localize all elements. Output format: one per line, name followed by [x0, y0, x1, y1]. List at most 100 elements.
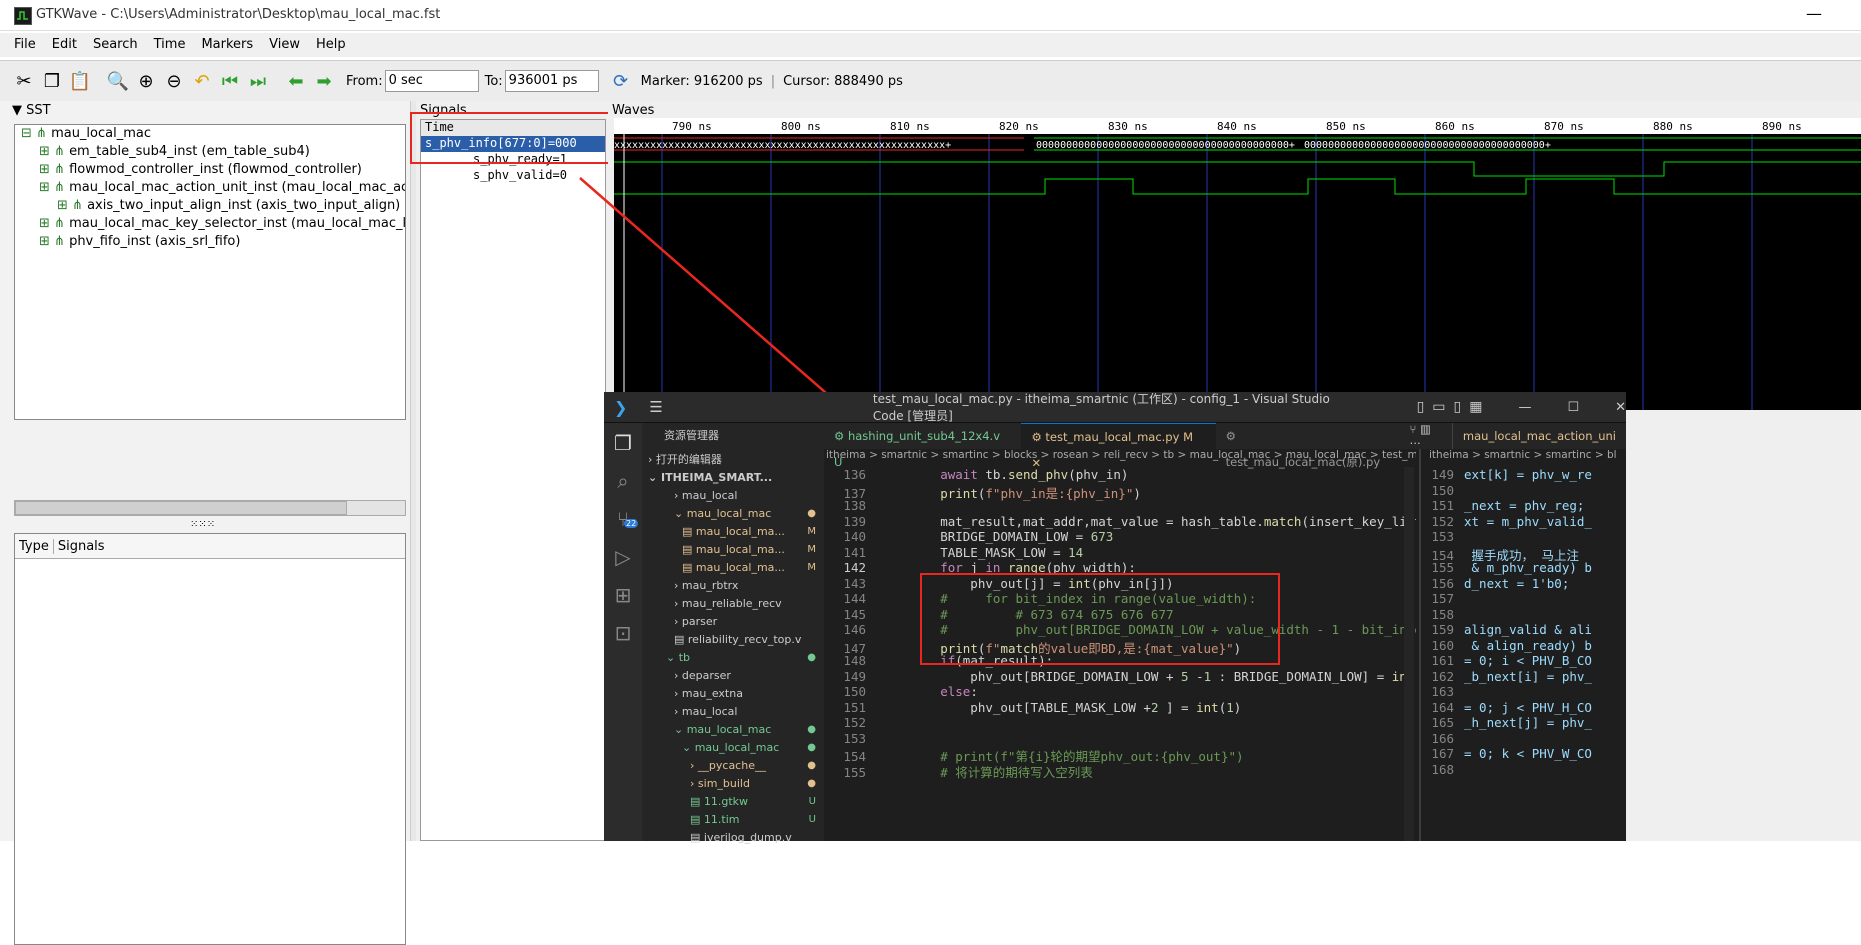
explorer-tree-item[interactable]: ▤ mau_local_ma... M	[642, 523, 824, 541]
explorer-tree-item[interactable]: › mau_reliable_recv	[642, 595, 824, 613]
tab-action-unit[interactable]: mau_local_mac_action_uni	[1451, 423, 1626, 449]
explorer-tree-item[interactable]: ⌄ tb ●	[642, 649, 824, 667]
zoom-end-icon[interactable]: ⏭	[246, 69, 270, 93]
explorer-tree-item[interactable]: ▤ reliability_recv_top.v	[642, 631, 824, 649]
copy-icon[interactable]: ❐	[40, 69, 64, 93]
explorer-tree-item[interactable]: ▤ mau_local_ma... M	[642, 541, 824, 559]
code-line-right: 149 ext[k] = phv_w_re	[1424, 467, 1624, 483]
explorer-tree-item[interactable]: › mau_local	[642, 703, 824, 721]
time-tick-label: 840 ns	[1217, 120, 1257, 133]
window-max-icon[interactable]: ☐	[1567, 400, 1579, 415]
editor-divider[interactable]	[1419, 449, 1421, 841]
find-prev-edge-icon[interactable]: ⬅	[284, 69, 308, 93]
reload-icon[interactable]: ⟳	[609, 69, 633, 93]
sst-tree-node[interactable]: ⊞ ⋔ phv_fifo_inst (axis_srl_fifo)	[15, 233, 405, 251]
explorer-tree-item[interactable]: › sim_build ●	[642, 775, 824, 793]
menu-markers[interactable]: Markers	[193, 33, 261, 57]
menu-file[interactable]: File	[6, 33, 44, 57]
paste-icon[interactable]: 📋	[68, 69, 92, 93]
sst-header[interactable]: ▼ SST	[12, 103, 51, 118]
explorer-tree-item[interactable]: ▤ 11.tim U	[642, 811, 824, 829]
line-number: 141	[843, 544, 866, 560]
sst-hscrollbar[interactable]	[14, 500, 406, 516]
explorer-tree-item[interactable]: ▤ mau_local_ma... M	[642, 559, 824, 577]
explorer-tree-item[interactable]: ▤ iverilog_dump.v	[642, 829, 824, 847]
minimap[interactable]	[1404, 467, 1414, 841]
file-icon: ▤	[690, 795, 704, 808]
code-line: 150 else:	[826, 684, 1416, 700]
zoom-in-icon[interactable]: ⊕	[134, 69, 158, 93]
extensions-icon[interactable]: ⊞	[604, 583, 642, 607]
app-icon	[14, 7, 32, 25]
explorer-item-label: mau_reliable_recv	[681, 597, 782, 610]
tab-hashing-unit[interactable]: ⚙ hashing_unit_sub4_12x4.v U	[824, 423, 1021, 469]
sst-tree-node[interactable]: ⊟ ⋔ mau_local_mac	[15, 125, 405, 143]
file-icon: ▤	[674, 633, 688, 646]
find-next-edge-icon[interactable]: ➡	[312, 69, 336, 93]
code-line-right: 157	[1424, 591, 1624, 607]
sst-tree-node[interactable]: ⊞ ⋔ mau_local_mac_action_unit_inst (mau_…	[15, 179, 405, 197]
sst-tree-node[interactable]: ⊞ ⋔ axis_two_input_align_inst (axis_two_…	[15, 197, 405, 215]
sst-tree-node[interactable]: ⊞ ⋔ flowmod_controller_inst (flowmod_con…	[15, 161, 405, 179]
line-number: 160	[1431, 637, 1454, 653]
sst-node-label: mau_local_mac	[51, 126, 151, 141]
menu-time[interactable]: Time	[146, 33, 194, 57]
minimize-button[interactable]: —	[1806, 4, 1822, 23]
search-icon[interactable]: ⌕	[604, 469, 642, 493]
explorer-tree-item[interactable]: ⌄ mau_local_mac ●	[642, 721, 824, 739]
explorer-tree-item[interactable]: ⌄ mau_local_mac ●	[642, 505, 824, 523]
explorer-tree-item[interactable]: › deparser	[642, 667, 824, 685]
undo-zoom-icon[interactable]: ↶	[190, 69, 214, 93]
waveform-canvas[interactable]: 790 ns 800 ns 810 ns 820 ns 830 ns 840 ns 850 …	[614, 118, 1861, 410]
explorer-tree-item[interactable]: › mau_local	[642, 487, 824, 505]
git-status-badge: ●	[807, 508, 816, 519]
explorer-item-label: __pycache__	[697, 759, 766, 772]
to-input[interactable]: 936001 ps	[504, 70, 599, 92]
explorer-item-label: parser	[681, 615, 718, 628]
window-close-icon[interactable]: ✕	[1615, 400, 1626, 415]
signal-row-phv-valid[interactable]: s_phv_valid=0	[421, 168, 605, 184]
source-control-icon[interactable]: ⑂ 22	[604, 507, 642, 531]
explorer-tree-item[interactable]: ▤ 11.gtkw U	[642, 793, 824, 811]
remote-icon[interactable]: ⊡	[604, 621, 642, 645]
window-min-icon[interactable]: —	[1518, 400, 1531, 415]
signals-panel: Signals Time s_phv_info[677:0]=000 s_phv…	[410, 101, 610, 841]
layout-icons[interactable]: ▯▭▯▦	[1417, 399, 1491, 415]
zoom-out-icon[interactable]: ⊖	[162, 69, 186, 93]
window-title: GTKWave - C:\Users\Administrator\Desktop…	[36, 7, 441, 22]
zoom-start-icon[interactable]: ⏮	[218, 69, 242, 93]
sst-node-label: mau_local_mac_action_unit_inst (mau_loca…	[69, 180, 406, 195]
explorer-tree-item[interactable]: › mau_rbtrx	[642, 577, 824, 595]
sst-tree-node[interactable]: ⊞ ⋔ em_table_sub4_inst (em_table_sub4)	[15, 143, 405, 161]
workspace-section[interactable]: ⌄ ITHEIMA_SMART...	[642, 469, 824, 487]
col-signals[interactable]: Signals	[54, 539, 109, 554]
explorer-tree-item[interactable]: › parser	[642, 613, 824, 631]
tab-test-mau-local-mac-orig[interactable]: ⚙ test_mau_local_mac(原).py	[1216, 423, 1404, 469]
pane-splitter[interactable]: ⁙⁙⁙	[190, 519, 215, 530]
explorer-tree-item[interactable]: › __pycache__ ●	[642, 757, 824, 775]
editor-actions-icon[interactable]: ⑂ ▥ ⋯	[1403, 422, 1451, 450]
from-input[interactable]: 0 sec	[384, 70, 479, 92]
run-debug-icon[interactable]: ▷	[604, 545, 642, 569]
breadcrumb[interactable]: itheima > smartnic > smartinc > blocks >…	[826, 449, 1416, 467]
git-status-badge: U	[808, 796, 816, 807]
tab-test-mau-local-mac[interactable]: ⚙ test_mau_local_mac.py M ✕	[1021, 422, 1216, 470]
menu-search[interactable]: Search	[85, 33, 146, 57]
sst-tree-node[interactable]: ⊞ ⋔ mau_local_mac_key_selector_inst (mau…	[15, 215, 405, 233]
explorer-icon[interactable]: ❐	[604, 431, 642, 455]
open-editors-section[interactable]: › 打开的编辑器	[642, 451, 824, 469]
menu-help[interactable]: Help	[308, 33, 354, 57]
hamburger-icon[interactable]: ☰	[649, 398, 662, 416]
code-text: ext[k] = phv_w_re	[1464, 467, 1592, 482]
col-type[interactable]: Type	[15, 538, 54, 554]
to-label: To:	[484, 73, 503, 89]
code-editor-right[interactable]: 149 ext[k] = phv_w_re 150 151 _next = phv_re…	[1424, 467, 1624, 841]
explorer-tree-item[interactable]: ⌄ mau_local_mac ●	[642, 739, 824, 757]
zoom-fit-icon[interactable]: 🔍	[106, 69, 130, 93]
breadcrumb-right[interactable]: itheima > smartnic > smartinc > bl	[1429, 449, 1625, 467]
cut-icon[interactable]: ✂	[12, 69, 36, 93]
explorer-tree-item[interactable]: › mau_extna	[642, 685, 824, 703]
menu-edit[interactable]: Edit	[44, 33, 85, 57]
line-number: 158	[1431, 606, 1454, 622]
menu-view[interactable]: View	[261, 33, 308, 57]
